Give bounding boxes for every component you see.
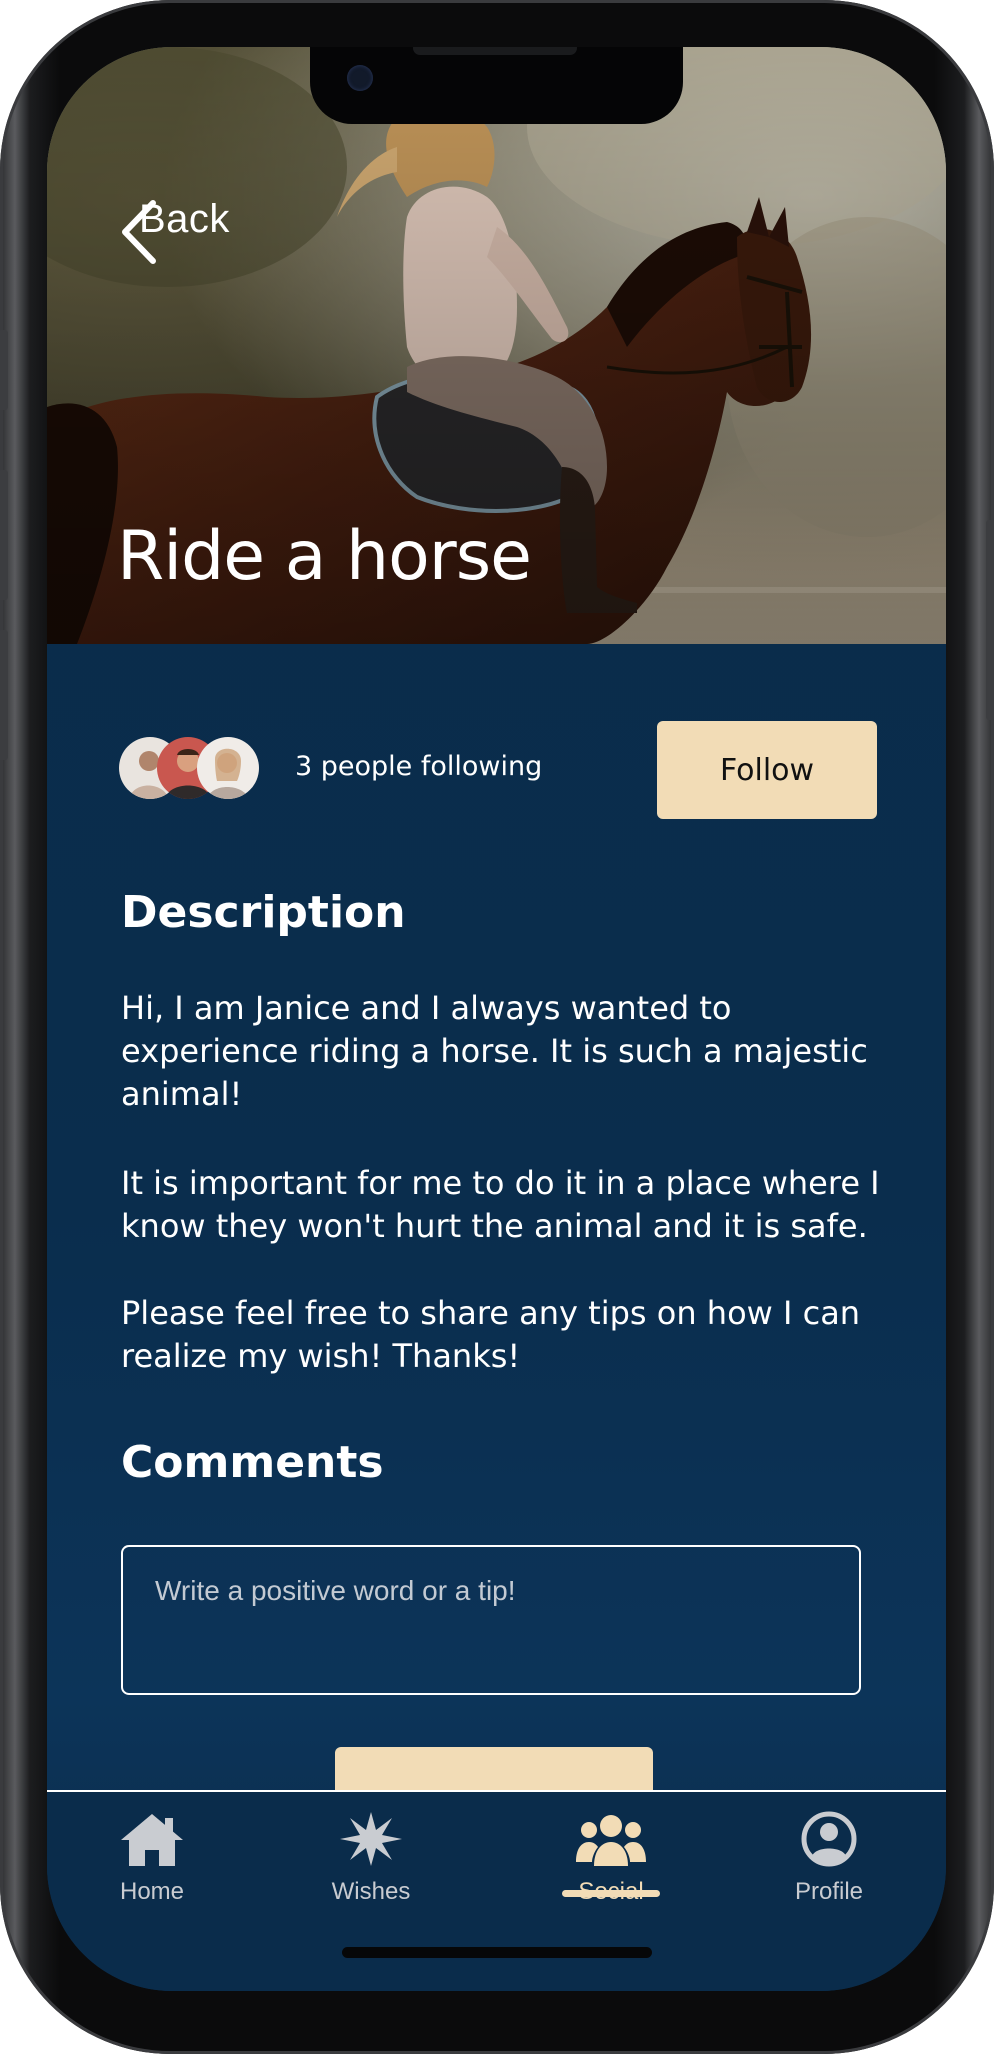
mute-switch bbox=[0, 330, 8, 410]
home-icon bbox=[121, 1814, 183, 1866]
star-burst-icon bbox=[340, 1812, 402, 1866]
following-count-text: 3 people following bbox=[295, 751, 543, 782]
earpiece-speaker bbox=[413, 47, 577, 55]
volume-down-button bbox=[0, 630, 8, 760]
comments-heading: Comments bbox=[121, 1437, 384, 1488]
tab-home-label: Home bbox=[119, 1878, 185, 1905]
tab-wishes-label: Wishes bbox=[331, 1878, 411, 1905]
front-camera bbox=[347, 65, 373, 91]
followers-row: 3 people following Follow bbox=[119, 721, 877, 819]
follow-button[interactable]: Follow bbox=[657, 721, 877, 819]
home-indicator[interactable] bbox=[342, 1947, 652, 1958]
user-circle-icon bbox=[801, 1811, 857, 1867]
chevron-left-icon bbox=[122, 200, 156, 264]
avatar bbox=[197, 737, 259, 799]
power-button bbox=[986, 520, 994, 720]
description-heading: Description bbox=[121, 887, 406, 938]
wish-title: Ride a horse bbox=[117, 517, 532, 596]
description-paragraph-1: Hi, I am Janice and I always wanted to e… bbox=[121, 989, 868, 1113]
tab-profile-label: Profile bbox=[794, 1878, 864, 1905]
hero-image: Back Ride a horse bbox=[47, 47, 946, 644]
app-screen: Back Ride a horse 3 people following Fol… bbox=[47, 47, 946, 1991]
description-paragraph-2: It is important for me to do it in a pla… bbox=[121, 1164, 880, 1245]
group-icon bbox=[576, 1815, 646, 1866]
description-paragraph-3: Please feel free to share any tips on ho… bbox=[121, 1294, 861, 1375]
tab-profile[interactable]: Profile bbox=[749, 1810, 909, 1906]
bottom-tab-bar: Home Wishes Social bbox=[47, 1790, 946, 1991]
volume-up-button bbox=[0, 470, 8, 600]
tab-home[interactable]: Home bbox=[72, 1810, 232, 1906]
active-tab-indicator bbox=[562, 1890, 660, 1897]
comment-input[interactable] bbox=[121, 1545, 861, 1695]
back-button[interactable]: Back bbox=[115, 197, 230, 264]
tab-wishes[interactable]: Wishes bbox=[291, 1810, 451, 1906]
follower-avatars[interactable] bbox=[119, 737, 269, 801]
phone-frame: Back Ride a horse 3 people following Fol… bbox=[0, 0, 994, 2054]
